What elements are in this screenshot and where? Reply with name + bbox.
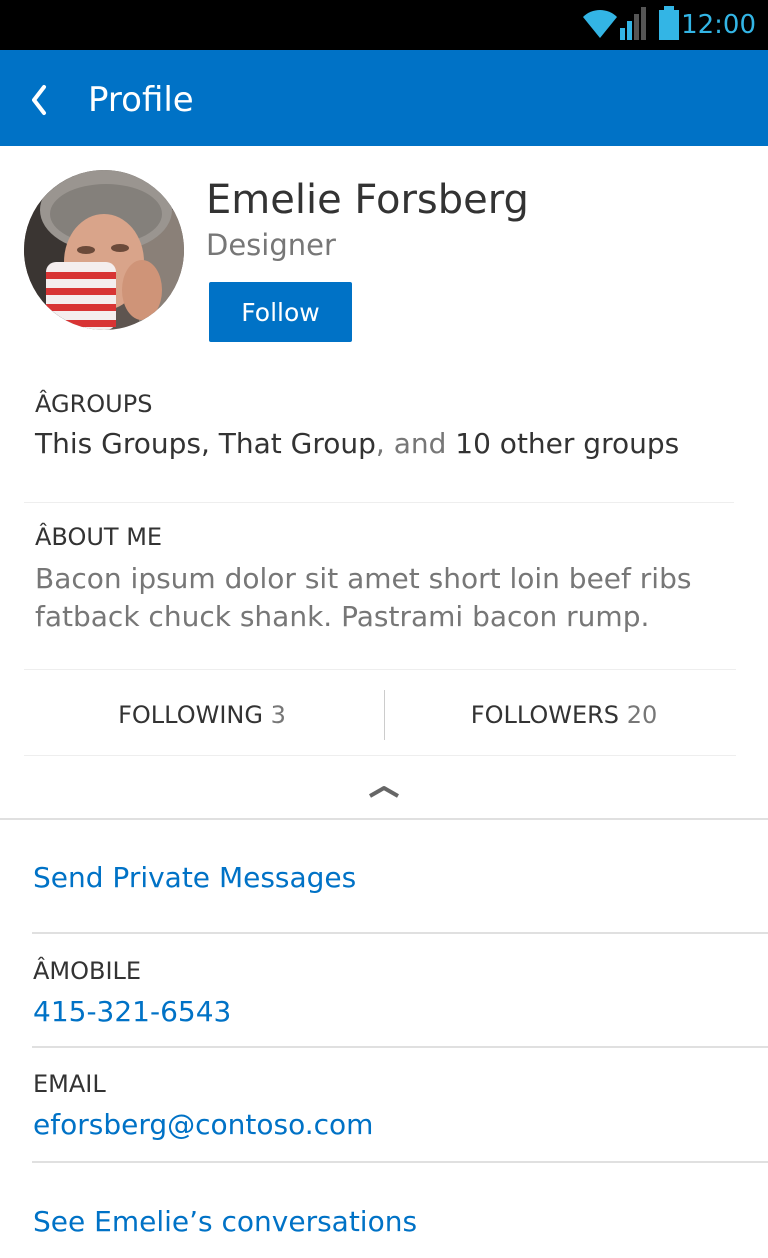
divider bbox=[32, 1161, 768, 1163]
collapse-button[interactable] bbox=[366, 780, 402, 802]
about-text: Bacon ipsum dolor sit amet short loin be… bbox=[35, 562, 692, 633]
see-conversations-link[interactable]: See Emelie’s conversations bbox=[33, 1202, 417, 1242]
groups-named[interactable]: This Groups, That Group bbox=[35, 427, 376, 460]
divider bbox=[32, 932, 768, 934]
groups-conjunction: , and bbox=[375, 427, 456, 460]
chevron-left-icon bbox=[32, 85, 46, 115]
followers-count: 20 bbox=[626, 701, 658, 729]
email-link[interactable]: eforsberg@contoso.com bbox=[33, 1105, 373, 1145]
following-count: 3 bbox=[270, 701, 286, 729]
page-title: Profile bbox=[88, 80, 194, 120]
about-label: ÂBOUT ME bbox=[35, 523, 163, 551]
send-private-messages-link[interactable]: Send Private Messages bbox=[33, 858, 356, 898]
groups-list: This Groups, That Group, and 10 other gr… bbox=[35, 425, 679, 463]
stats-separator bbox=[384, 690, 385, 740]
mobile-label: ÂMOBILE bbox=[33, 957, 142, 985]
wifi-icon bbox=[583, 9, 617, 38]
following-label: FOLLOWING bbox=[118, 701, 263, 729]
divider bbox=[32, 1046, 768, 1048]
chevron-up-icon bbox=[369, 786, 399, 798]
groups-others-link[interactable]: 10 other groups bbox=[455, 427, 679, 460]
groups-label: ÂGROUPS bbox=[35, 390, 153, 418]
profile-job-title: Designer bbox=[206, 228, 336, 262]
email-label: EMAIL bbox=[33, 1070, 106, 1098]
app-bar: Profile bbox=[0, 50, 768, 146]
divider bbox=[24, 755, 736, 756]
status-time: 12:00 bbox=[681, 10, 756, 40]
followers-stat[interactable]: FOLLOWERS 20 bbox=[386, 690, 742, 740]
avatar bbox=[24, 170, 184, 330]
follow-button[interactable]: Follow bbox=[209, 282, 352, 342]
divider bbox=[24, 502, 734, 503]
followers-label: FOLLOWERS bbox=[470, 701, 620, 729]
back-button[interactable] bbox=[24, 78, 68, 122]
following-stat[interactable]: FOLLOWING 3 bbox=[24, 690, 380, 740]
profile-name: Emelie Forsberg bbox=[206, 177, 529, 223]
divider bbox=[24, 669, 736, 670]
battery-icon bbox=[659, 6, 679, 40]
follow-stats: FOLLOWING 3 FOLLOWERS 20 bbox=[24, 690, 736, 740]
status-bar: 12:00 bbox=[0, 0, 768, 50]
divider bbox=[0, 818, 768, 820]
signal-icon bbox=[620, 7, 646, 40]
mobile-number-link[interactable]: 415-321-6543 bbox=[33, 992, 231, 1032]
